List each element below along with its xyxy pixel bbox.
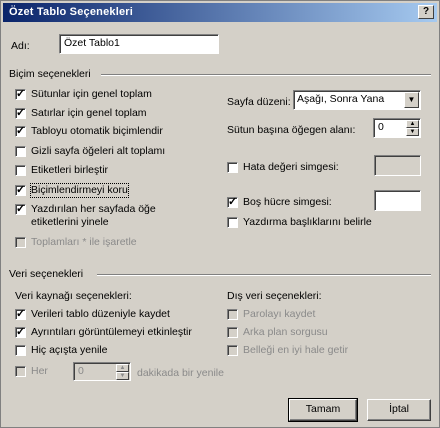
checkbox-label: Yazdırılan her sayfada öğe etiketlerini … xyxy=(31,203,156,229)
checkbox-box[interactable] xyxy=(227,345,238,356)
checkbox-box[interactable] xyxy=(15,146,26,157)
checkbox-label: Hata değeri simgesi: xyxy=(243,161,339,173)
checkbox-box[interactable]: ✓ xyxy=(15,125,26,137)
check-mark-icon: ✓ xyxy=(16,88,26,100)
checkbox-box[interactable]: ✓ xyxy=(15,308,26,320)
chevron-down-icon[interactable]: ▼ xyxy=(404,92,419,108)
checkbox-label: Verileri tablo düzeniyle kaydet xyxy=(31,308,170,320)
checkbox-background-query[interactable]: Arka plan sorgusu xyxy=(227,326,328,339)
checkbox-box[interactable] xyxy=(15,237,26,248)
checkbox-merge-labels[interactable]: Etiketleri birleştir xyxy=(15,164,108,177)
check-mark-icon: ✓ xyxy=(16,107,26,119)
checkbox-label: Gizli sayfa öğeleri alt toplamı xyxy=(31,145,166,157)
cancel-button[interactable]: İptal xyxy=(367,399,431,421)
checkbox-box[interactable] xyxy=(227,162,238,173)
checkbox-autoformat-table[interactable]: ✓ Tabloyu otomatik biçimlendir xyxy=(15,125,163,138)
check-mark-icon: ✓ xyxy=(16,203,26,215)
data-section-divider xyxy=(97,274,431,276)
fields-per-column-value: 0 xyxy=(378,121,384,133)
checkbox-label-line-1: Yazdırılan her sayfada öğe xyxy=(31,203,156,215)
checkbox-box[interactable]: ✓ xyxy=(15,326,26,338)
checkbox-label-line-2: etiketlerini yinele xyxy=(31,216,109,228)
spin-down-icon[interactable]: ▼ xyxy=(406,128,419,136)
checkbox-box[interactable]: ✓ xyxy=(15,184,26,196)
format-section-heading: Biçim seçenekleri xyxy=(9,68,91,80)
checkbox-label: Tabloyu otomatik biçimlendir xyxy=(31,125,163,137)
checkbox-label: Belleği en iyi hale getir xyxy=(243,344,349,356)
page-layout-value: Aşağı, Sonra Yana xyxy=(297,93,385,105)
checkbox-box[interactable] xyxy=(227,217,238,228)
checkbox-label: Hiç açışta yenile xyxy=(31,344,108,356)
checkbox-subtotal-hidden-items[interactable]: Gizli sayfa öğeleri alt toplamı xyxy=(15,145,165,158)
dialog-title: Özet Tablo Seçenekleri xyxy=(9,6,134,18)
checkbox-box[interactable] xyxy=(227,327,238,338)
pivot-options-dialog: Özet Tablo Seçenekleri ? Adı: Özet Tablo… xyxy=(0,0,440,428)
check-mark-icon: ✓ xyxy=(228,196,238,208)
help-button[interactable]: ? xyxy=(418,5,434,19)
checkbox-row-grand-totals[interactable]: ✓ Satırlar için genel toplam xyxy=(15,107,147,120)
refresh-minutes-spinner[interactable]: 0 ▲ ▼ xyxy=(73,362,131,381)
checkbox-label: Parolayı kaydet xyxy=(243,308,316,320)
name-input[interactable]: Özet Tablo1 xyxy=(59,34,219,54)
data-section-heading: Veri seçenekleri xyxy=(9,268,84,280)
checkbox-box[interactable] xyxy=(227,309,238,320)
checkbox-mark-totals[interactable]: Toplamları * ile işaretle xyxy=(15,236,137,249)
empty-cells-input[interactable] xyxy=(374,190,421,211)
checkbox-preserve-formatting[interactable]: ✓ Biçimlendirmeyi koru xyxy=(15,183,129,198)
refresh-minutes-suffix: dakikada bir yenile xyxy=(137,367,224,379)
external-data-heading: Dış veri seçenekleri: xyxy=(227,290,322,302)
checkbox-box[interactable]: ✓ xyxy=(227,196,238,208)
checkbox-label: Her xyxy=(31,365,48,377)
checkbox-label: Ayrıntıları görüntülemeyi etkinleştir xyxy=(31,326,192,338)
spin-up-icon[interactable]: ▲ xyxy=(116,364,129,372)
check-mark-icon: ✓ xyxy=(16,326,26,338)
refresh-minutes-value: 0 xyxy=(78,365,84,377)
ok-button[interactable]: Tamam xyxy=(288,398,358,422)
check-mark-icon: ✓ xyxy=(16,308,26,320)
checkbox-label: Biçimlendirmeyi koru xyxy=(30,183,129,198)
checkbox-empty-cells[interactable]: ✓ Boş hücre simgesi: xyxy=(227,196,332,209)
checkbox-label: Arka plan sorgusu xyxy=(243,326,328,338)
checkbox-box[interactable]: ✓ xyxy=(15,107,26,119)
spin-down-icon[interactable]: ▼ xyxy=(116,372,129,380)
fields-per-column-label: Sütun başına öğegen alanı: xyxy=(227,124,356,136)
checkbox-label: Yazdırma başlıklarını belirle xyxy=(243,216,372,228)
check-mark-icon: ✓ xyxy=(16,184,26,196)
checkbox-label: Toplamları * ile işaretle xyxy=(31,236,137,248)
checkbox-label: Boş hücre simgesi: xyxy=(243,196,332,208)
spin-up-icon[interactable]: ▲ xyxy=(406,120,419,128)
checkbox-box[interactable] xyxy=(15,345,26,356)
checkbox-optimize-memory[interactable]: Belleği en iyi hale getir xyxy=(227,344,348,357)
spinner-buttons[interactable]: ▲ ▼ xyxy=(406,120,419,136)
error-values-input[interactable] xyxy=(374,155,421,176)
data-source-heading: Veri kaynağı seçenekleri: xyxy=(15,290,132,302)
checkbox-save-data-with-layout[interactable]: ✓ Verileri tablo düzeniyle kaydet xyxy=(15,308,170,321)
checkbox-label: Sütunlar için genel toplam xyxy=(31,88,152,100)
checkbox-box[interactable] xyxy=(15,165,26,176)
checkbox-print-titles[interactable]: Yazdırma başlıklarını belirle xyxy=(227,216,372,229)
checkbox-save-password[interactable]: Parolayı kaydet xyxy=(227,308,315,321)
checkbox-repeat-item-labels[interactable]: ✓ Yazdırılan her sayfada öğe etiketlerin… xyxy=(15,203,156,229)
checkbox-box[interactable]: ✓ xyxy=(15,203,26,215)
checkbox-label: Satırlar için genel toplam xyxy=(31,107,147,119)
checkbox-box[interactable] xyxy=(15,366,26,377)
title-bar: Özet Tablo Seçenekleri ? xyxy=(3,3,437,22)
checkbox-error-values[interactable]: Hata değeri simgesi: xyxy=(227,161,339,174)
page-layout-label: Sayfa düzeni: xyxy=(227,96,291,108)
check-mark-icon: ✓ xyxy=(16,125,26,137)
name-label: Adı: xyxy=(11,40,30,52)
checkbox-label: Etiketleri birleştir xyxy=(31,164,109,176)
checkbox-refresh-every[interactable]: Her xyxy=(15,365,48,378)
spinner-buttons[interactable]: ▲ ▼ xyxy=(116,364,129,380)
format-section-divider xyxy=(101,74,431,76)
checkbox-column-grand-totals[interactable]: ✓ Sütunlar için genel toplam xyxy=(15,88,152,101)
checkbox-refresh-on-open[interactable]: Hiç açışta yenile xyxy=(15,344,107,357)
page-layout-select[interactable]: Aşağı, Sonra Yana ▼ xyxy=(293,90,421,110)
fields-per-column-spinner[interactable]: 0 ▲ ▼ xyxy=(373,118,421,138)
checkbox-box[interactable]: ✓ xyxy=(15,88,26,100)
checkbox-enable-drill-to-details[interactable]: ✓ Ayrıntıları görüntülemeyi etkinleştir xyxy=(15,326,192,339)
